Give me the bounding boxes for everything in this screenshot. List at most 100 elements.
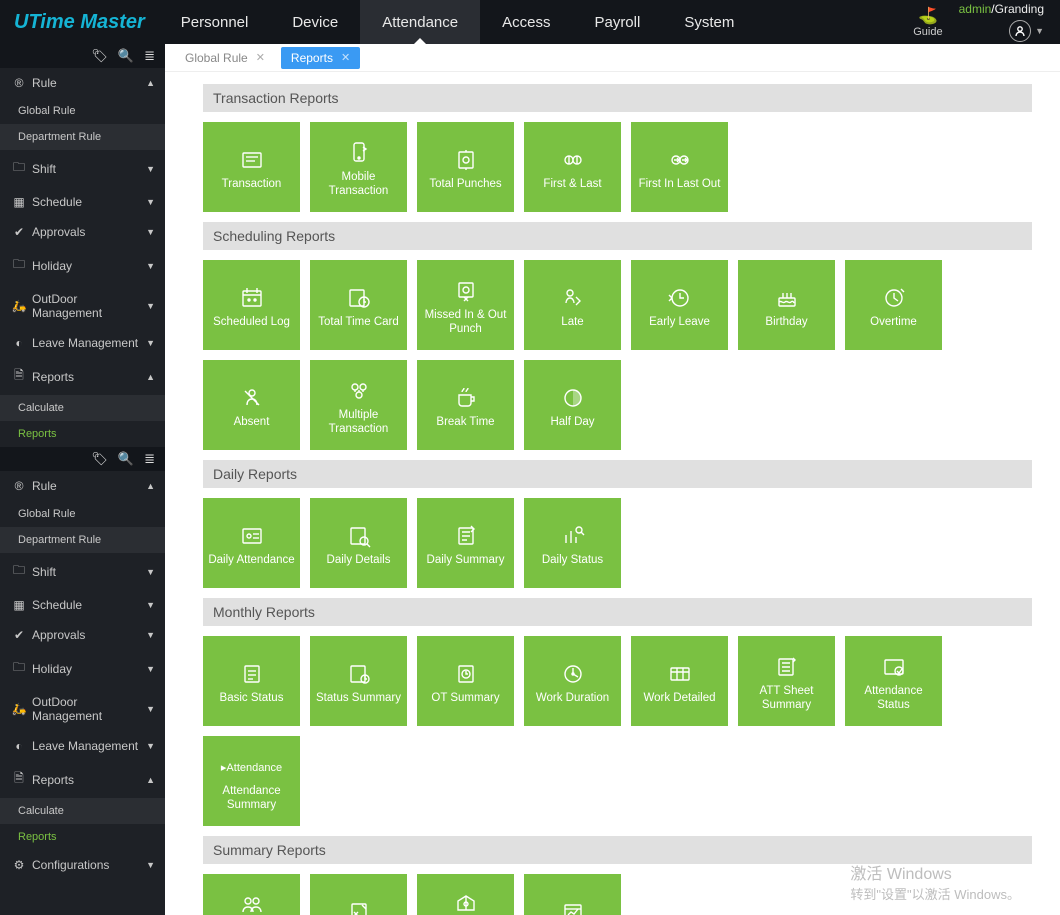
report-card-birthday[interactable]: Birthday: [738, 260, 835, 350]
report-card-ot-summary[interactable]: OT Summary: [417, 636, 514, 726]
mobile-icon: [344, 135, 374, 171]
report-card-break-time[interactable]: Break Time: [417, 360, 514, 450]
card-label: Total Time Card: [318, 316, 399, 330]
menu-icon: ✔: [10, 225, 28, 239]
menu-item-leave-management[interactable]: ◐ Leave Management ▼: [0, 731, 165, 761]
menu-icon: ⚙: [10, 858, 28, 872]
report-card-total-time-card[interactable]: Total Time Card: [310, 260, 407, 350]
report-card-work-duration[interactable]: Work Duration: [524, 636, 621, 726]
menu-item-rule[interactable]: ® Rule ▲: [0, 68, 165, 98]
tag-icon[interactable]: 🏷: [91, 451, 108, 467]
header-tab-system[interactable]: System: [662, 0, 756, 44]
menu-item-holiday[interactable]: 🗀 Holiday ▼: [0, 650, 165, 687]
report-card-att-sheet-summary[interactable]: ATT Sheet Summary: [738, 636, 835, 726]
report-card-department-summary[interactable]: Department Summary: [417, 874, 514, 915]
yearly-icon: [558, 894, 588, 915]
menu-item-outdoor-management[interactable]: 🛵 OutDoor Management ▼: [0, 687, 165, 731]
report-card-daily-details[interactable]: Daily Details: [310, 498, 407, 588]
tag-icon[interactable]: 🏷: [91, 48, 108, 64]
menu-icon: 🗀: [10, 658, 28, 679]
header-tab-attendance[interactable]: Attendance: [360, 0, 480, 44]
menu-sub-calculate[interactable]: Calculate: [0, 395, 165, 421]
report-card-daily-attendance[interactable]: Daily Attendance: [203, 498, 300, 588]
menu-item-approvals[interactable]: ✔ Approvals ▼: [0, 217, 165, 247]
report-card-basic-status[interactable]: Basic Status: [203, 636, 300, 726]
report-card-scheduled-log[interactable]: Scheduled Log: [203, 260, 300, 350]
card-label: Late: [561, 316, 583, 330]
menu-icon: 🛵: [10, 299, 28, 313]
report-card-yearly-summary[interactable]: Yearly Summary: [524, 874, 621, 915]
header-tab-access[interactable]: Access: [480, 0, 572, 44]
user-info: admin/Granding: [959, 2, 1044, 16]
sidebar: 🏷🔍≣® Rule ▲Global RuleDepartment Rule🗀 S…: [0, 44, 165, 915]
menu-sub-global-rule[interactable]: Global Rule: [0, 501, 165, 527]
report-card-total-punches[interactable]: Total Punches: [417, 122, 514, 212]
report-card-status-summary[interactable]: Status Summary: [310, 636, 407, 726]
menu-label: Approvals: [28, 628, 146, 642]
report-card-absent[interactable]: Absent: [203, 360, 300, 450]
card-label: Break Time: [436, 416, 494, 430]
report-card-employee-summary[interactable]: Employee Summary: [203, 874, 300, 915]
report-card-missed-in-out-punch[interactable]: Missed In & Out Punch: [417, 260, 514, 350]
report-card-mobile-transaction[interactable]: Mobile Transaction: [310, 122, 407, 212]
menu-label: Rule: [28, 479, 146, 493]
menu-item-rule[interactable]: ® Rule ▲: [0, 471, 165, 501]
caret-icon: ▼: [146, 197, 155, 207]
menu-sub-global-rule[interactable]: Global Rule: [0, 98, 165, 124]
menu-item-schedule[interactable]: ▦ Schedule ▼: [0, 590, 165, 620]
report-card-early-leave[interactable]: Early Leave: [631, 260, 728, 350]
menu-item-outdoor-management[interactable]: 🛵 OutDoor Management ▼: [0, 284, 165, 328]
menu-item-schedule[interactable]: ▦ Schedule ▼: [0, 187, 165, 217]
card-label: Work Duration: [536, 692, 609, 706]
menu-item-leave-management[interactable]: ◐ Leave Management ▼: [0, 328, 165, 358]
menu-sub-calculate[interactable]: Calculate: [0, 798, 165, 824]
user-menu[interactable]: ▼: [1009, 20, 1044, 42]
report-card-half-day[interactable]: Half Day: [524, 360, 621, 450]
header-tab-device[interactable]: Device: [270, 0, 360, 44]
close-icon[interactable]: ✕: [256, 51, 265, 64]
report-card-attendance-summary[interactable]: ▸Attendance Attendance Summary: [203, 736, 300, 826]
list-icon[interactable]: ≣: [144, 48, 155, 64]
card-label: Birthday: [765, 316, 807, 330]
search-icon[interactable]: 🔍: [118, 48, 134, 64]
report-card-daily-status[interactable]: Daily Status: [524, 498, 621, 588]
card-label: Early Leave: [649, 316, 710, 330]
report-card-late[interactable]: Late: [524, 260, 621, 350]
menu-item-holiday[interactable]: 🗀 Holiday ▼: [0, 247, 165, 284]
page-tab-reports[interactable]: Reports✕: [281, 47, 360, 69]
late-icon: [558, 280, 588, 316]
empsum-icon: [237, 887, 267, 915]
page-tab-global-rule[interactable]: Global Rule✕: [175, 47, 275, 69]
header-tab-personnel[interactable]: Personnel: [159, 0, 271, 44]
header-tab-payroll[interactable]: Payroll: [572, 0, 662, 44]
report-card-leave-summary[interactable]: Leave Summary: [310, 874, 407, 915]
menu-item-reports[interactable]: 🗎 Reports ▲: [0, 761, 165, 798]
menu-sub-reports[interactable]: Reports: [0, 421, 165, 447]
attsheet-icon: [772, 649, 802, 685]
report-card-transaction[interactable]: Transaction: [203, 122, 300, 212]
report-card-attendance-status[interactable]: Attendance Status: [845, 636, 942, 726]
menu-item-configurations[interactable]: ⚙ Configurations ▼: [0, 850, 165, 880]
card-grid: Employee Summary Leave Summary Departmen…: [203, 874, 1032, 915]
report-card-work-detailed[interactable]: Work Detailed: [631, 636, 728, 726]
search-icon[interactable]: 🔍: [118, 451, 134, 467]
filo-icon: [665, 142, 695, 178]
report-card-overtime[interactable]: Overtime: [845, 260, 942, 350]
menu-item-shift[interactable]: 🗀 Shift ▼: [0, 553, 165, 590]
menu-sub-department-rule[interactable]: Department Rule: [0, 124, 165, 150]
menu-item-shift[interactable]: 🗀 Shift ▼: [0, 150, 165, 187]
report-card-first-last[interactable]: First & Last: [524, 122, 621, 212]
menu-item-approvals[interactable]: ✔ Approvals ▼: [0, 620, 165, 650]
list-icon[interactable]: ≣: [144, 451, 155, 467]
report-card-multiple-transaction[interactable]: Multiple Transaction: [310, 360, 407, 450]
menu-sub-department-rule[interactable]: Department Rule: [0, 527, 165, 553]
otsum-icon: [451, 656, 481, 692]
menu-item-reports[interactable]: 🗎 Reports ▲: [0, 358, 165, 395]
menu-sub-reports[interactable]: Reports: [0, 824, 165, 850]
attendance-text-icon: ▸Attendance: [221, 761, 282, 774]
report-card-daily-summary[interactable]: Daily Summary: [417, 498, 514, 588]
report-card-first-in-last-out[interactable]: First In Last Out: [631, 122, 728, 212]
user-block: admin/Granding ▼: [959, 2, 1044, 42]
close-icon[interactable]: ✕: [341, 51, 350, 64]
guide-button[interactable]: ⛳ Guide: [913, 6, 942, 38]
